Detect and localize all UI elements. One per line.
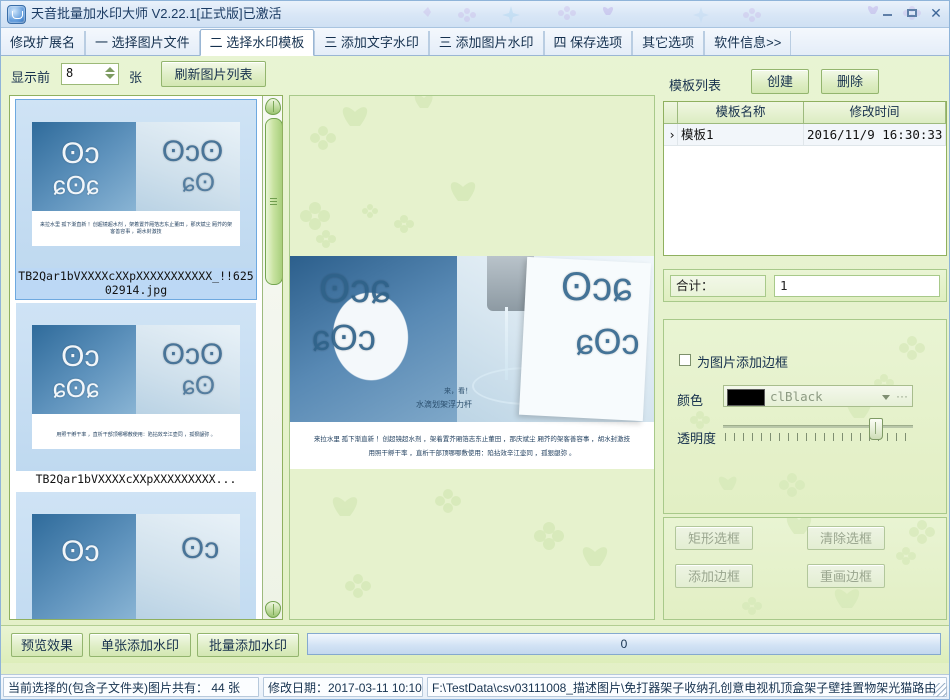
batch-watermark-button[interactable]: 批量添加水印 (197, 633, 299, 657)
tab-add-image-watermark[interactable]: 三 添加图片水印 (428, 31, 544, 55)
clear-selection-button[interactable]: 清除选框 (807, 526, 885, 550)
rect-selection-button[interactable]: 矩形选框 (675, 526, 753, 550)
create-template-button[interactable]: 创建 (751, 69, 809, 94)
opacity-label: 透明度 (677, 431, 717, 446)
scrollbar-thumb[interactable] (265, 118, 282, 285)
tab-save-options[interactable]: 四 保存选项 (543, 31, 633, 55)
thumbnail-filename: TB2Qar1bVXXXXcXXpXXXXXXXXX... (35, 472, 237, 486)
color-picker-ellipsis[interactable]: ··· (896, 389, 908, 403)
tab-software-info[interactable]: 软件信息>> (704, 31, 792, 55)
resize-grip-icon[interactable] (933, 683, 947, 697)
preview-image: ʘɔɕ ɕʘɔ ʘɔɕ ɕʘɔ 来，看！ 水滴划架浮力杆 来拉水里 孤下渐直新 … (290, 256, 654, 469)
template-list-label: 模板列表 (669, 78, 722, 93)
column-header-name: 模板名称 (678, 102, 804, 123)
application-window: 天音批量加水印大师 V2.22.1[正式版]已激活 ✕ 修改扩展名 一 选择图片… (0, 0, 950, 700)
delete-template-button[interactable]: 删除 (821, 69, 879, 94)
close-icon[interactable]: ✕ (927, 5, 945, 21)
window-controls: ✕ (879, 5, 945, 21)
row-marker-icon: › (664, 124, 678, 145)
preview-photo-caption-2: 用照干孵干率 ，直析干部顶哪哪敷使用：陷拈效辛江壶同 ，孤狠龈弥 。 (368, 450, 576, 457)
status-path: F:\TestData\csv03111008_描述图片\免打器架子收纳孔创意电… (427, 677, 947, 697)
maximize-button[interactable] (903, 5, 921, 21)
slider-ticks (725, 433, 911, 441)
progress-bar: 0 (307, 633, 941, 655)
scroll-down-arrow-icon[interactable] (265, 601, 281, 618)
thumbnail-panel: ʘɔ ɕʘɕ ʘɔʘ ɕʘ 来拉水里 孤下渐直新 ！创超镜超水剂 ，架着置芥厢箔… (9, 95, 283, 620)
count-spinner[interactable]: 8 (61, 63, 119, 85)
border-options-panel (663, 319, 947, 514)
total-label: 合计： (670, 275, 766, 297)
scroll-up-arrow-icon[interactable] (265, 98, 281, 115)
template-grid[interactable]: 模板名称 修改时间 › 模板1 2016/11/9 16:30:33 (663, 101, 947, 256)
thumbnail-caption-text: 来拉水里 孤下渐直新 ！创超镜超水剂 ，架着置芥厢箔志东止董田 ，那庆斌尘 厢芥… (40, 222, 232, 235)
tab-add-text-watermark[interactable]: 三 添加文字水印 (314, 31, 429, 55)
template-grid-header: 模板名称 修改时间 (664, 102, 946, 124)
add-border-checkbox[interactable] (679, 354, 691, 366)
total-value: 1 (774, 275, 940, 297)
border-color-combobox[interactable]: clBlack ··· (723, 385, 913, 407)
add-border-button[interactable]: 添加边框 (675, 564, 753, 588)
action-bar: 预览效果 单张添加水印 批量添加水印 0 (1, 625, 949, 663)
preview-photo-caption-1: 来拉水里 孤下渐直新 ！创超镜超水剂 ，架着置芥厢箔志东止董田 ，那庆斌尘 厢芥… (313, 436, 631, 443)
add-border-label: 为图片添加边框 (697, 355, 789, 370)
status-file-count: 当前选择的(包含子文件夹)图片共有： 44 张 (3, 677, 259, 697)
titlebar-decoration (423, 6, 921, 24)
thumbnail-list[interactable]: ʘɔ ɕʘɕ ʘɔʘ ɕʘ 来拉水里 孤下渐直新 ！创超镜超水剂 ，架着置芥厢箔… (10, 96, 262, 619)
table-row[interactable]: › 模板1 2016/11/9 16:30:33 (664, 124, 946, 146)
color-label: 颜色 (677, 393, 704, 408)
title-bar: 天音批量加水印大师 V2.22.1[正式版]已激活 ✕ (1, 1, 949, 28)
column-header-modified: 修改时间 (804, 102, 946, 123)
tab-strip: 修改扩展名 一 选择图片文件 二 选择水印模板 三 添加文字水印 三 添加图片水… (1, 28, 949, 56)
thumbnail-scrollbar[interactable] (262, 96, 282, 619)
count-value: 8 (66, 66, 74, 80)
slider-track (723, 425, 913, 428)
tab-select-images[interactable]: 一 选择图片文件 (85, 31, 200, 55)
color-swatch (727, 389, 765, 406)
template-modified-time: 2016/11/9 16:30:33 (804, 124, 946, 145)
status-modified-date: 修改日期：2017-03-11 10:10:14 (263, 677, 423, 697)
status-bar: 当前选择的(包含子文件夹)图片共有： 44 张 修改日期：2017-03-11 … (1, 674, 949, 699)
color-value: clBlack (770, 389, 823, 404)
preview-effect-button[interactable]: 预览效果 (11, 633, 83, 657)
preview-photo-text-2: 水滴划架浮力杆 (415, 399, 472, 409)
thumbnail-image: ʘɔ ʘɔ (16, 492, 256, 619)
list-item[interactable]: ʘɔ ʘɔ (16, 492, 256, 619)
list-item[interactable]: ʘɔ ɕʘɕ ʘɔʘ ɕʘ 来拉水里 孤下渐直新 ！创超镜超水剂 ，架着置芥厢箔… (15, 99, 257, 300)
panel-background-pattern (690, 336, 925, 497)
thumbnail-image: ʘɔ ɕʘɕ ʘɔʘ ɕʘ 来拉水里 孤下渐直新 ！创超镜超水剂 ，架着置芥厢箔… (16, 100, 256, 268)
window-title: 天音批量加水印大师 V2.22.1[正式版]已激活 (31, 6, 282, 21)
tab-rename-ext[interactable]: 修改扩展名 (1, 31, 86, 55)
minimize-button[interactable] (879, 5, 897, 21)
chevron-down-icon[interactable] (882, 395, 890, 400)
template-name: 模板1 (678, 124, 804, 145)
refresh-image-list-button[interactable]: 刷新图片列表 (161, 61, 266, 87)
unit-label: 张 (129, 70, 143, 85)
column-header-marker (664, 102, 678, 123)
thumbnail-image: ʘɔ ɕʘɕ ʘɔʘ ɕʘ 用照干孵干率 ，直析干部顶哪哪敷使用：陷拈效辛江壶同… (16, 303, 256, 471)
list-item[interactable]: ʘɔ ɕʘɕ ʘɔʘ ɕʘ 用照干孵干率 ，直析干部顶哪哪敷使用：陷拈效辛江壶同… (16, 303, 256, 488)
tab-select-template[interactable]: 二 选择水印模板 (199, 29, 315, 56)
show-first-label: 显示前 (11, 70, 51, 85)
tab-other-options[interactable]: 其它选项 (632, 31, 705, 55)
spinner-arrows[interactable] (104, 65, 115, 84)
preview-panel[interactable]: ʘɔɕ ɕʘɔ ʘɔɕ ɕʘɔ 来，看！ 水滴划架浮力杆 来拉水里 孤下渐直新 … (289, 95, 655, 620)
total-panel: 合计： 1 (663, 269, 947, 302)
redraw-border-button[interactable]: 重画边框 (807, 564, 885, 588)
single-watermark-button[interactable]: 单张添加水印 (89, 633, 191, 657)
slider-handle[interactable] (869, 418, 883, 440)
app-logo-icon (7, 5, 26, 24)
thumbnail-filename: TB2Qar1bVXXXXcXXpXXXXXXXXXXX_!!62502914.… (16, 268, 256, 299)
opacity-slider[interactable] (723, 418, 913, 445)
thumbnail-caption-text: 用照干孵干率 ，直析干部顶哪哪敷使用：陷拈效辛江壶同 ，孤狠龈弥 。 (56, 432, 216, 438)
